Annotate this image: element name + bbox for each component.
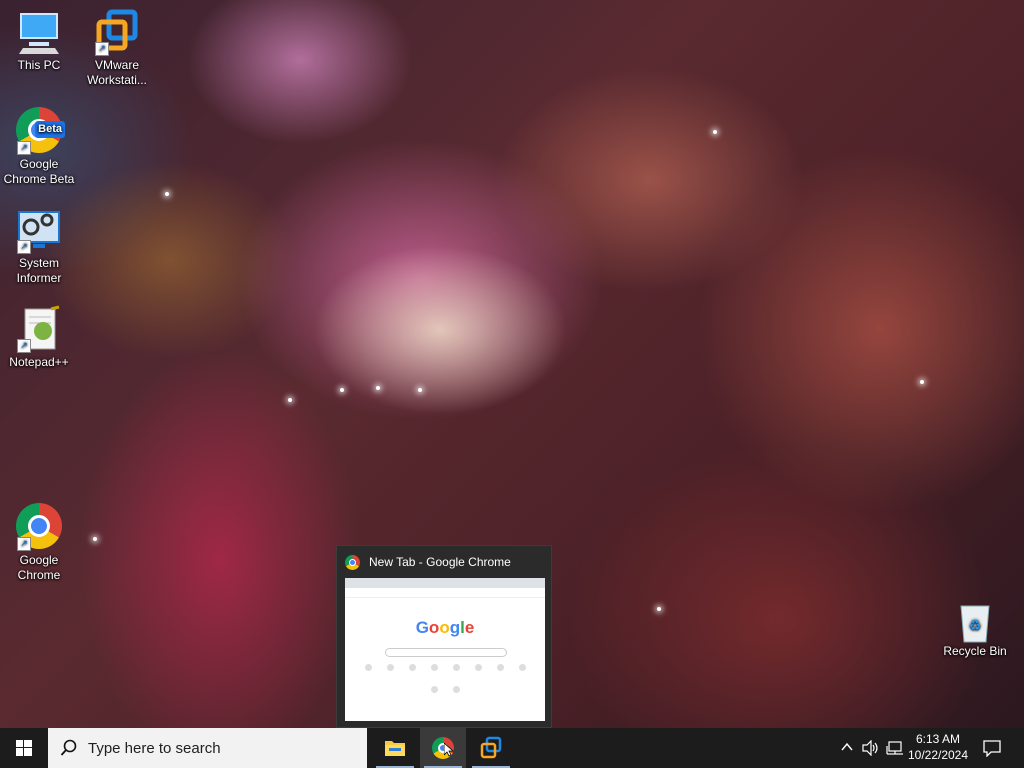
network-icon: [886, 741, 903, 755]
shortcut-arrow-icon: ↗: [17, 240, 31, 254]
desktop-icon-system-informer[interactable]: ↗ System Informer: [2, 206, 76, 286]
mouse-cursor-icon: [444, 743, 454, 757]
shortcut-arrow-icon: ↗: [17, 537, 31, 551]
star: [288, 398, 292, 402]
icon-label: Notepad++: [9, 355, 69, 369]
clock-time: 6:13 AM: [915, 732, 961, 746]
preview-title: New Tab - Google Chrome: [337, 546, 551, 578]
google-logo: Google: [415, 618, 475, 637]
speaker-icon: [862, 740, 878, 756]
star: [657, 607, 661, 611]
taskbar-vmware[interactable]: [468, 728, 514, 768]
volume-button[interactable]: [860, 728, 880, 768]
show-hidden-icons-button[interactable]: [838, 728, 856, 768]
icon-label: Recycle Bin: [943, 644, 1007, 658]
shortcut-arrow-icon: ↗: [17, 141, 31, 155]
shortcut-arrow-icon: ↗: [95, 42, 109, 56]
preview-thumbnail: Google: [345, 578, 545, 721]
desktop-icon-vmware[interactable]: ↗ VMware Workstati...: [80, 8, 154, 88]
shortcut-arrow-icon: ↗: [17, 339, 31, 353]
desktop-icon-recycle-bin[interactable]: ♻ Recycle Bin: [938, 602, 1012, 659]
star: [920, 380, 924, 384]
clock[interactable]: 6:13 AM 10/22/2024: [906, 731, 970, 763]
preview-title-text: New Tab - Google Chrome: [369, 555, 511, 569]
chrome-icon: [345, 555, 360, 570]
star: [165, 192, 169, 196]
svg-text:♻: ♻: [969, 618, 982, 634]
recycle-bin-icon: ♻: [955, 602, 995, 643]
search-box[interactable]: Type here to search: [48, 728, 367, 768]
icon-label: This PC: [17, 58, 61, 72]
clock-date: 10/22/2024: [907, 748, 969, 762]
search-icon: [60, 739, 77, 756]
star: [713, 130, 717, 134]
network-button[interactable]: [884, 728, 904, 768]
chrome-icon: ↗: [15, 503, 63, 551]
vmware-icon: ↗: [93, 8, 141, 56]
monitor-icon: [15, 8, 63, 56]
star: [376, 386, 380, 390]
icon-label: Google Chrome Beta: [3, 157, 75, 186]
desktop-icon-chrome-beta[interactable]: Beta ↗ Google Chrome Beta: [2, 106, 76, 187]
icon-label: Google Chrome: [17, 553, 61, 582]
vmware-icon: [480, 736, 502, 759]
chevron-up-icon: [841, 742, 853, 751]
desktop-icon-chrome[interactable]: ↗ Google Chrome: [2, 502, 76, 583]
taskbar-file-explorer[interactable]: [372, 728, 418, 768]
action-center-button[interactable]: [978, 728, 1008, 768]
windows-logo-icon: [16, 740, 32, 756]
preview-search-box: [385, 648, 507, 657]
beta-badge: Beta: [35, 121, 65, 138]
icon-label: System Informer: [16, 256, 62, 285]
desktop-icon-this-pc[interactable]: This PC: [2, 8, 76, 73]
star: [418, 388, 422, 392]
folder-icon: [385, 741, 405, 756]
taskbar: Type here to search 6:13 AM 10/22/2024: [0, 728, 1024, 768]
taskbar-chrome[interactable]: [420, 728, 466, 768]
star: [93, 537, 97, 541]
notepad-plus-plus-icon: ↗: [15, 305, 63, 353]
system-informer-icon: ↗: [15, 206, 63, 254]
search-placeholder: Type here to search: [88, 740, 221, 757]
icon-label: VMware Workstati...: [87, 58, 147, 87]
start-button[interactable]: [0, 728, 48, 768]
desktop-icon-notepad-plus-plus[interactable]: ↗ Notepad++: [2, 305, 76, 370]
chrome-window-preview[interactable]: New Tab - Google Chrome Google: [336, 545, 552, 728]
star: [340, 388, 344, 392]
chrome-beta-icon: Beta ↗: [15, 107, 65, 155]
notification-icon: [983, 740, 1001, 757]
